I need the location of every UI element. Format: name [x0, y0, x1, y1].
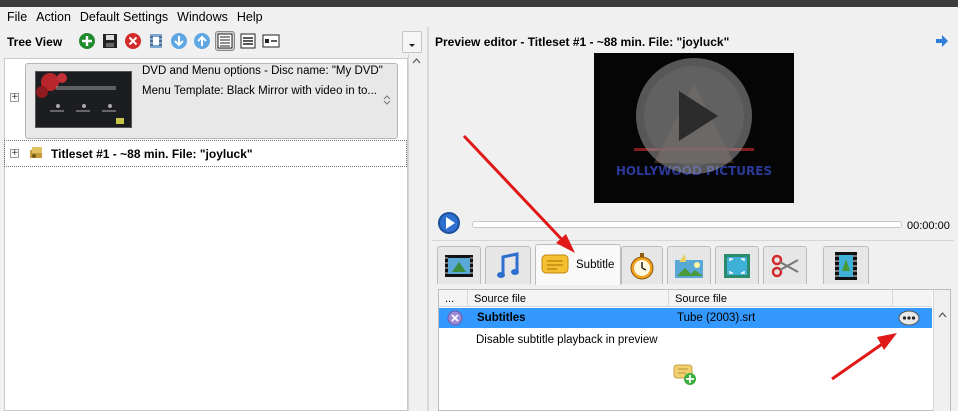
- annotation-arrows: [462, 134, 897, 381]
- arrow-to-subtitle-tab: [462, 134, 575, 253]
- arrow-to-options-button: [831, 333, 897, 381]
